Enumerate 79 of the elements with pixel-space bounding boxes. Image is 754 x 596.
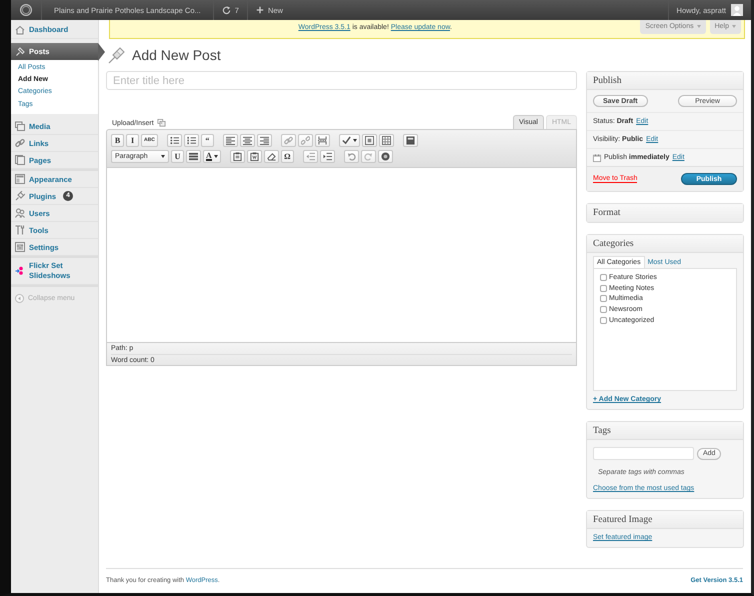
toolbar-button[interactable]: Ω (280, 150, 294, 162)
box-title: Featured Image (587, 511, 743, 529)
tag-field[interactable] (593, 447, 694, 460)
toolbar-button[interactable] (338, 134, 360, 146)
collapse-icon (15, 294, 24, 303)
checkbox[interactable] (600, 316, 607, 324)
toolbar-button[interactable] (240, 134, 255, 146)
numbered-list-icon (186, 136, 196, 144)
tools-icon (15, 225, 25, 236)
align-right-icon (260, 136, 269, 144)
toolbar-button[interactable] (320, 150, 335, 162)
caret-icon (161, 154, 165, 158)
checkbox[interactable] (600, 306, 607, 313)
clipboard-icon (250, 152, 259, 160)
caret-icon (352, 138, 357, 142)
page-break-icon (318, 136, 327, 144)
grid-icon (382, 136, 391, 144)
bullet-list-icon (170, 136, 179, 144)
refresh-icon (222, 6, 231, 14)
toolbar-button[interactable] (230, 150, 245, 162)
toolbar-button[interactable] (402, 134, 418, 146)
toolbar-button[interactable]: I (126, 134, 139, 146)
avatar-icon (731, 4, 743, 16)
indent-icon (322, 152, 332, 160)
box-title: Publish (587, 72, 743, 90)
people-icon (15, 208, 25, 218)
toolbar-button[interactable]: U (171, 150, 184, 162)
toolbar-button[interactable] (184, 134, 199, 146)
eraser-icon (266, 152, 276, 160)
checkbox[interactable] (600, 284, 607, 292)
page-icon (15, 155, 25, 166)
toolbar-button[interactable] (222, 134, 238, 146)
title-field[interactable]: Enter title here (106, 71, 577, 90)
pushpin-icon (108, 46, 126, 64)
toolbar-button[interactable] (264, 150, 279, 162)
fullscreen-icon (364, 136, 374, 144)
plug-icon (15, 191, 25, 202)
toolbar-button[interactable] (378, 150, 393, 162)
checkbox[interactable] (600, 274, 607, 281)
toolbar-button[interactable] (362, 134, 377, 146)
toolbar-button[interactable]: A (203, 150, 221, 162)
toolbar-button[interactable]: B (111, 134, 124, 146)
toolbar-button[interactable] (378, 134, 394, 146)
check-icon (342, 136, 351, 144)
house-icon (15, 25, 25, 35)
chain-icon (284, 136, 293, 144)
checkbox[interactable] (600, 295, 607, 302)
page-title: Add New Post (132, 47, 221, 63)
media-icon (156, 119, 166, 127)
align-center-icon (242, 136, 252, 144)
logo-icon (20, 4, 32, 16)
chain-icon (15, 138, 25, 148)
toolbar-button[interactable] (256, 134, 272, 146)
toolbar-button[interactable] (166, 134, 182, 146)
broken-chain-icon (300, 136, 310, 144)
box-title: Categories (587, 235, 743, 253)
toolbar-button[interactable]: “ (200, 134, 214, 146)
pushpin-icon (15, 46, 25, 56)
caret-icon (214, 154, 218, 158)
panel-icon (406, 136, 415, 144)
undo-icon (346, 152, 356, 160)
box-title: Format (587, 204, 743, 222)
caret-icon (696, 25, 701, 28)
dots-icon (15, 266, 25, 276)
calendar-icon (593, 154, 601, 162)
toolbar-button[interactable] (246, 150, 262, 162)
photo-icon (15, 121, 25, 132)
clipboard-icon (232, 152, 242, 160)
plus-icon (256, 6, 264, 14)
justify-icon (189, 152, 198, 160)
box-title: Tags (587, 422, 743, 440)
align-left-icon (226, 136, 235, 144)
outdent-icon (306, 152, 315, 160)
sliders-icon (15, 242, 25, 252)
window-icon (15, 174, 25, 184)
redo-icon (364, 152, 373, 160)
caret-icon (732, 25, 736, 28)
toolbar-button[interactable] (314, 134, 330, 146)
toolbar-button[interactable] (186, 150, 201, 162)
